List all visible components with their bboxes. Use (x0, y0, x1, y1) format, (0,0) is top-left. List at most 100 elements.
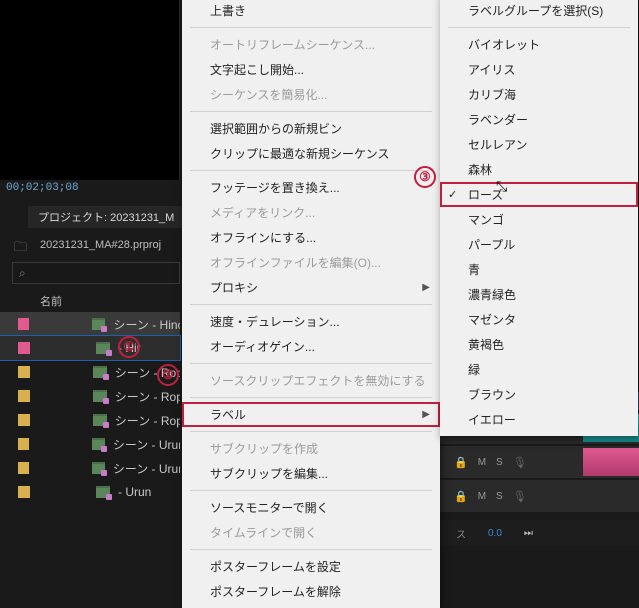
clip-row[interactable]: シーン - Rop (0, 384, 180, 408)
label-option[interactable]: ブラウン (440, 382, 638, 407)
clip-name: シーン - Urun (113, 436, 180, 453)
label-swatch (18, 438, 29, 450)
skip-icon[interactable]: ⏭ (524, 528, 533, 539)
label-option[interactable]: バイオレット (440, 32, 638, 57)
separator (190, 397, 432, 398)
menu-item: シーケンスを簡易化... (182, 82, 440, 107)
menu-item: サブクリップを作成 (182, 436, 440, 461)
label-option[interactable]: 緑 (440, 357, 638, 382)
context-menu: 上書きオートリフレームシーケンス...文字起こし開始...シーケンスを簡易化..… (182, 0, 440, 608)
search-input[interactable]: ⌕ (12, 262, 180, 284)
label-text: イエロー (468, 411, 516, 428)
menu-item[interactable]: ソースモニターで開く (182, 495, 440, 520)
timecode: 00;02;03;08 (6, 182, 79, 194)
label-option[interactable]: マンゴ (440, 207, 638, 232)
clip-row[interactable]: シーン - Hino (0, 312, 180, 336)
clip-row[interactable]: - Urun (0, 480, 180, 504)
label-text: ローズ (468, 186, 503, 203)
menu-item: オフラインファイルを編集(O)... (182, 250, 440, 275)
separator (190, 549, 432, 550)
label-option[interactable]: カリブ海 (440, 82, 638, 107)
label-option[interactable]: ラベンダー (440, 107, 638, 132)
clip-icon (93, 366, 106, 378)
clip-row[interactable]: シーン - Urun (0, 432, 180, 456)
waveform[interactable] (583, 448, 639, 476)
breadcrumb: 20231231_MA#28.prproj (40, 239, 161, 251)
project-tab[interactable]: プロジェクト: 20231231_M (28, 206, 184, 228)
label-option[interactable]: 青 (440, 257, 638, 282)
separator (190, 431, 432, 432)
label-option[interactable]: 黄褐色 (440, 332, 638, 357)
label-text: カリブ海 (468, 86, 516, 103)
menu-item[interactable]: ポスターフレームを解除 (182, 579, 440, 604)
clip-icon (92, 318, 105, 330)
separator (448, 27, 630, 28)
clip-row[interactable]: シーン - Rop (0, 408, 180, 432)
badge-2: ② (157, 364, 179, 386)
label-option[interactable]: セルレアン (440, 132, 638, 157)
label-option[interactable]: パープル (440, 232, 638, 257)
lock-icon[interactable]: 🔒 (454, 490, 468, 503)
menu-item[interactable]: オフラインにする... (182, 225, 440, 250)
clip-icon (96, 342, 110, 354)
label-submenu: ラベルグループを選択(S) バイオレットアイリスカリブ海ラベンダーセルレアン森林 ✓… (440, 0, 638, 436)
label-option[interactable]: 森林 (440, 157, 638, 182)
mute-toggle[interactable]: M (478, 491, 486, 502)
bin-icon[interactable]: 🗀 (14, 238, 27, 260)
solo-toggle[interactable]: S (496, 491, 503, 502)
menu-item: ソースクリップエフェクトを無効にする (182, 368, 440, 393)
chevron-right-icon: ▶ (422, 409, 430, 420)
label-swatch (18, 414, 30, 426)
label-swatch (18, 366, 30, 378)
clip-name: シーン - Hino (113, 316, 180, 333)
menu-item[interactable]: サブクリップを編集... (182, 461, 440, 486)
menu-item[interactable]: 文字起こし開始... (182, 57, 440, 82)
menu-item[interactable]: ラベルグループを選択(S) (440, 0, 638, 23)
lock-icon[interactable]: 🔒 (454, 456, 468, 469)
clip-row[interactable]: - Hir (0, 336, 180, 360)
label-swatch (18, 390, 30, 402)
mic-icon[interactable]: 🎙 (513, 456, 527, 469)
menu-item: タイムラインで開く (182, 520, 440, 545)
label-text: 青 (468, 261, 480, 278)
label-swatch (18, 318, 29, 330)
separator (190, 304, 432, 305)
clip-row[interactable]: シーン - Rop (0, 360, 180, 384)
audio-track[interactable]: 🔒 M S 🎙 (440, 446, 639, 478)
label-option[interactable]: 濃青緑色 (440, 282, 638, 307)
menu-item[interactable]: 速度・デュレーション... (182, 309, 440, 334)
separator (190, 111, 432, 112)
menu-item[interactable]: 選択範囲からの新規ビン (182, 116, 440, 141)
audio-track[interactable]: 🔒 M S 🎙 (440, 480, 639, 512)
badge-1: ① (118, 336, 140, 358)
chevron-right-icon: ▶ (422, 282, 430, 293)
mute-toggle[interactable]: M (478, 457, 486, 468)
label-text: パープル (468, 236, 515, 253)
menu-item[interactable]: プロキシ▶ (182, 275, 440, 300)
label-text: アイリス (468, 61, 515, 78)
mic-icon[interactable]: 🎙 (513, 490, 527, 503)
menu-item[interactable]: ラベル▶ (182, 402, 440, 427)
clip-name: シーン - Rop (115, 412, 180, 429)
label-text: ブラウン (468, 386, 516, 403)
separator (190, 27, 432, 28)
label-option[interactable]: マゼンタ (440, 307, 638, 332)
clip-name: シーン - Rop (115, 388, 180, 405)
label-option[interactable]: アイリス (440, 57, 638, 82)
menu-item[interactable]: 上書き (182, 0, 440, 23)
label-swatch (18, 462, 29, 474)
playback-rate[interactable]: 0.0 (488, 528, 502, 539)
clip-row[interactable]: シーン - Urun (0, 456, 180, 480)
menu-item[interactable]: クリップに最適な新規シーケンス (182, 141, 440, 166)
solo-toggle[interactable]: S (496, 457, 503, 468)
label-option[interactable]: イエロー (440, 407, 638, 432)
column-name[interactable]: 名前 (40, 293, 62, 309)
menu-item[interactable]: オーディオゲイン... (182, 334, 440, 359)
label-text: 濃青緑色 (468, 286, 516, 303)
label-text: 森林 (468, 161, 492, 178)
label-text: セルレアン (468, 136, 528, 153)
menu-item[interactable]: フッテージを置き換え... (182, 175, 440, 200)
label-text: マンゴ (468, 211, 504, 228)
label-option[interactable]: ✓ローズ (440, 182, 638, 207)
menu-item[interactable]: ポスターフレームを設定 (182, 554, 440, 579)
